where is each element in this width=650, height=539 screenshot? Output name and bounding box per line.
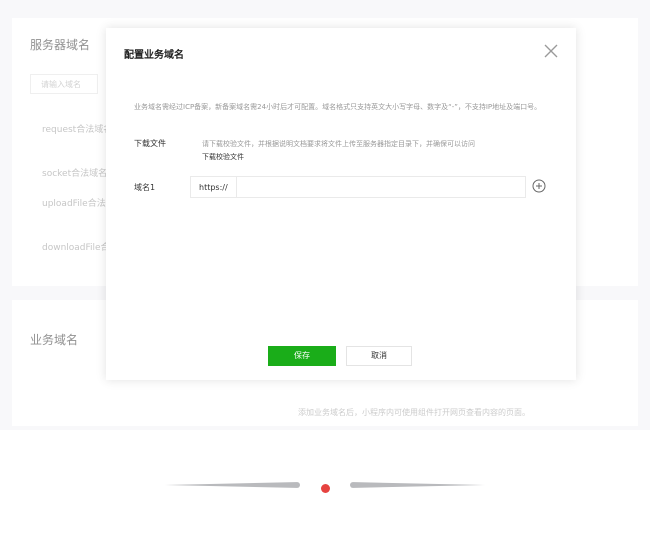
download-file-description: 请下载校验文件，并根据说明文档要求将文件上传至服务器指定目录下，并确保可以访问 — [202, 140, 475, 148]
save-button[interactable]: 保存 — [268, 346, 336, 366]
domain-input[interactable] — [236, 177, 525, 197]
pager-active-dot[interactable] — [321, 484, 330, 493]
download-verify-file-link[interactable]: 下载校验文件 — [202, 152, 244, 162]
add-circle-icon[interactable] — [532, 179, 546, 193]
configure-domain-dialog: 配置业务域名 业务域名需经过ICP备案，新备案域名需24小时后才可配置。域名格式… — [106, 28, 576, 380]
dialog-title: 配置业务域名 — [124, 50, 184, 61]
close-icon[interactable] — [542, 42, 560, 60]
dialog-description: 业务域名需经过ICP备案，新备案域名需24小时后才可配置。域名格式只支持英文大小… — [134, 103, 542, 111]
pager-left-bar — [165, 482, 300, 488]
domain-label: 域名1 — [134, 183, 156, 192]
domain-field: https:// — [190, 176, 526, 198]
protocol-prefix: https:// — [191, 177, 237, 197]
download-file-label: 下载文件 — [134, 139, 166, 148]
cancel-button[interactable]: 取消 — [346, 346, 412, 366]
pager-right-bar — [350, 482, 485, 488]
